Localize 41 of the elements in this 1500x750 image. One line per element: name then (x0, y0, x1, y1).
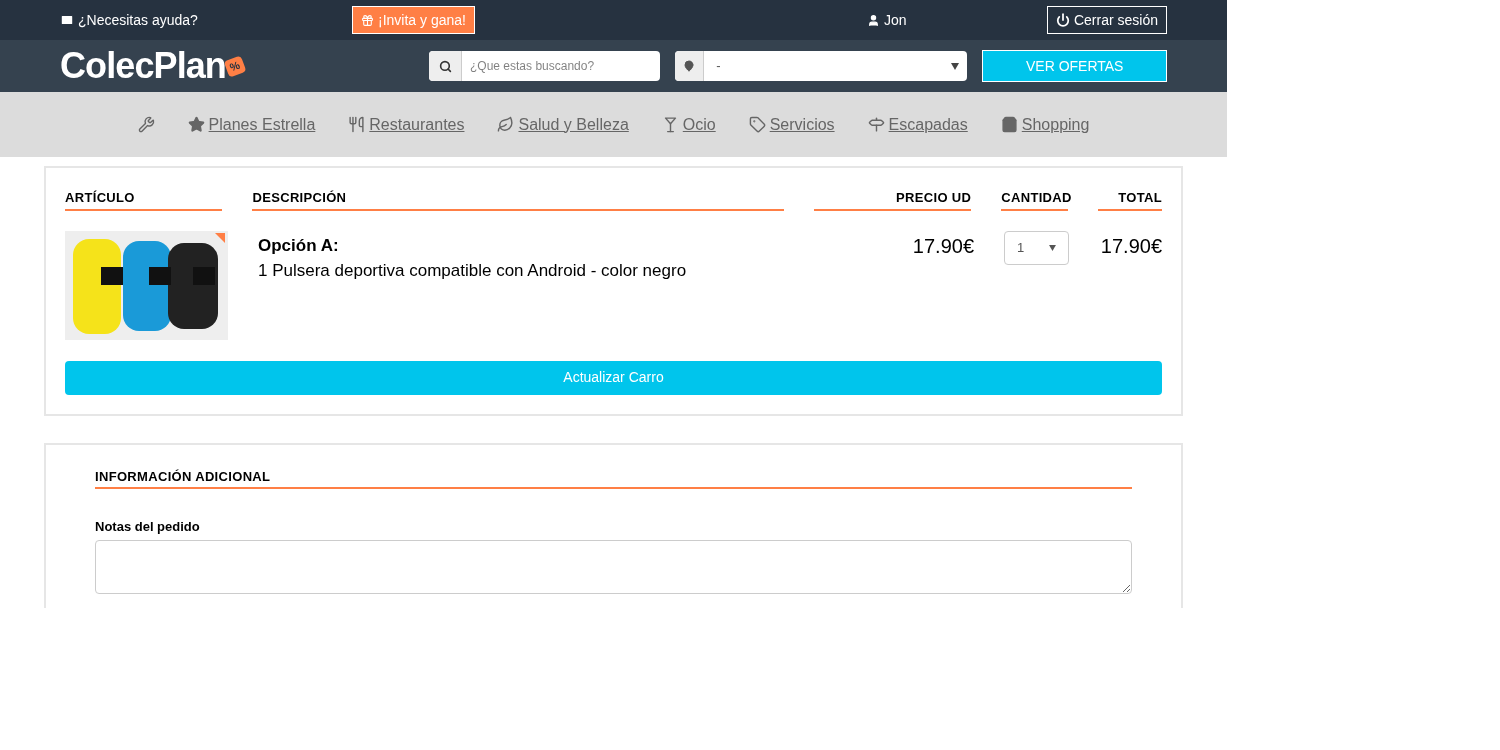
nav-link[interactable]: Servicios (748, 112, 835, 137)
user-link[interactable]: Jon (866, 9, 907, 31)
product-description: 1 Pulsera deportiva compatible con Android - color negro (258, 260, 688, 282)
column-header: PRECIO UD (813, 188, 972, 211)
invite-button[interactable]: ¡Invita y gana! (352, 6, 475, 34)
column-header: CANTIDAD (1001, 188, 1069, 211)
pin-icon (683, 60, 696, 72)
notes-field[interactable] (95, 539, 1132, 594)
nav-link[interactable]: Salud y Belleza (497, 112, 629, 137)
logo[interactable]: ColecPlan (60, 48, 226, 84)
gift-icon (361, 13, 374, 27)
caret-icon (1048, 244, 1056, 251)
nav-link[interactable]: Shopping (1000, 112, 1090, 137)
notes-label: Notas del pedido (95, 518, 201, 536)
star-icon (187, 116, 205, 133)
option-title: Opción A: (258, 234, 340, 257)
power-icon (1055, 13, 1070, 27)
nav-link[interactable]: Planes Estrella (187, 112, 316, 137)
fork-knife-icon (348, 116, 366, 133)
caret-icon (951, 62, 960, 70)
search-icon (438, 59, 452, 73)
nav-link[interactable]: Restaurantes (348, 112, 465, 137)
column-header: ARTÍCULO (65, 188, 223, 211)
user-icon (866, 13, 880, 27)
quantity-select[interactable]: 1 (1004, 230, 1069, 265)
nav-link[interactable] (137, 116, 155, 133)
bag-icon (1000, 116, 1018, 133)
column-header: TOTAL (1098, 188, 1162, 211)
logout-button[interactable]: Cerrar sesión (1046, 6, 1167, 34)
leaf-icon (497, 116, 515, 133)
nav-link[interactable]: Ocio (661, 112, 716, 137)
help-link[interactable]: ¿Necesitas ayuda? (60, 9, 352, 31)
signpost-icon (867, 116, 885, 133)
nav-link[interactable]: Escapadas (867, 112, 968, 137)
location-select[interactable]: - (675, 51, 968, 81)
column-header: DESCRIPCIÓN (252, 188, 784, 211)
unit-price: 17.90€ (911, 233, 975, 259)
wrench-icon (137, 116, 155, 133)
line-total: 17.90€ (1099, 233, 1162, 259)
section-title: INFORMACIÓN ADICIONAL (95, 466, 1132, 489)
tag-icon (748, 116, 766, 133)
